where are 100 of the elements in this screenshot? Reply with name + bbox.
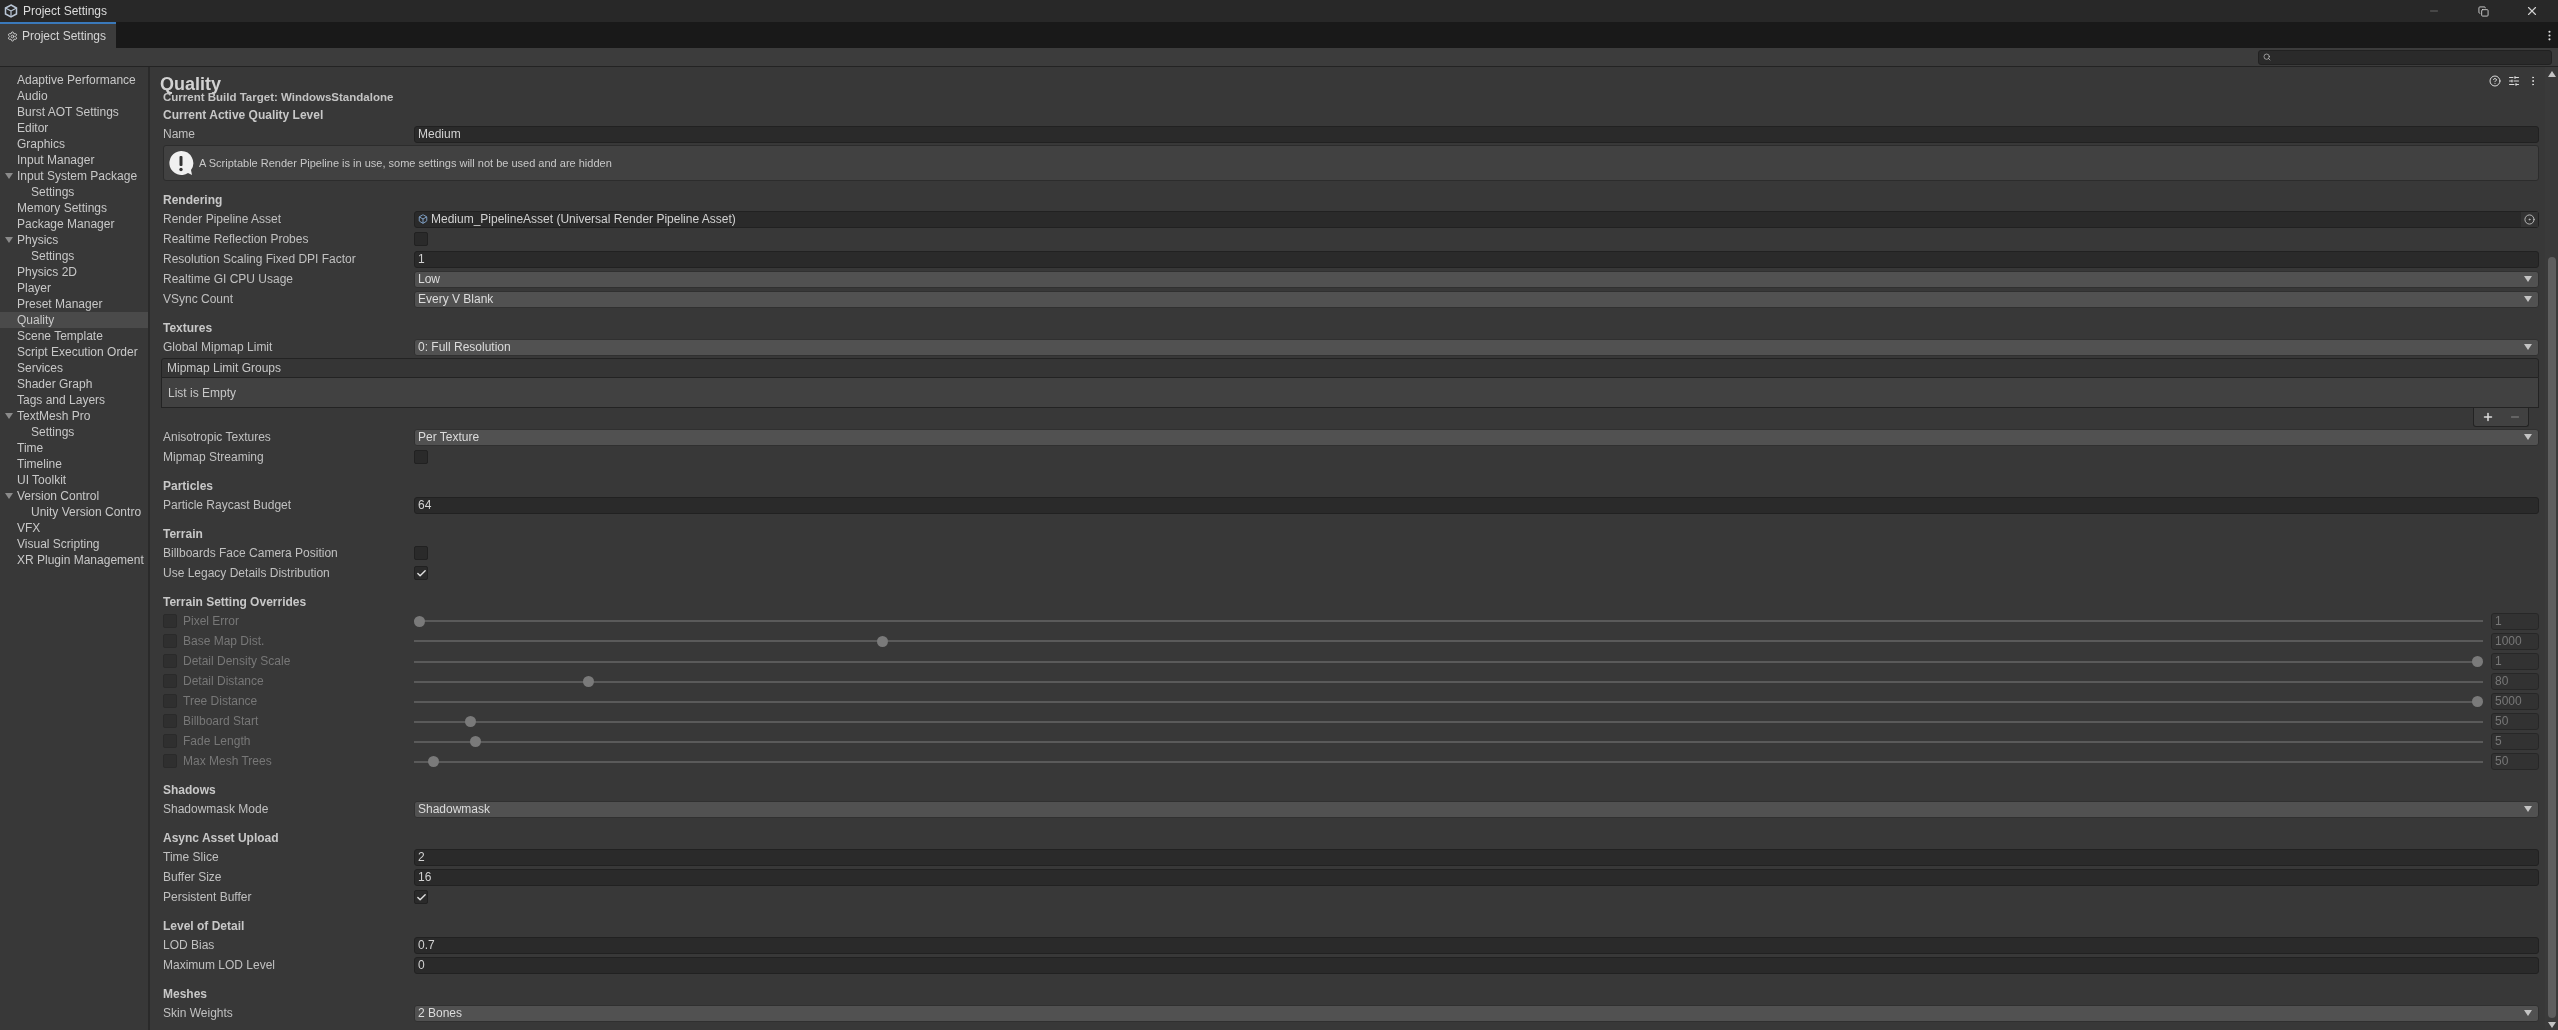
sidebar-item[interactable]: Preset Manager [0,296,148,312]
field-label: Buffer Size [163,870,223,884]
search-icon [2263,53,2271,61]
dropdown-arrow-icon [2524,344,2532,350]
field-label: Use Legacy Details Distribution [163,566,331,580]
sidebar-item[interactable]: Editor [0,120,148,136]
sidebar-item[interactable]: Tags and Layers [0,392,148,408]
field-label: Detail Density Scale [183,654,292,668]
expanded-arrow-icon[interactable] [4,491,14,501]
text-field[interactable]: Medium [414,125,2539,143]
field-label: Pixel Error [183,614,240,628]
sidebar-item[interactable]: Services [0,360,148,376]
sidebar-item[interactable]: Settings [0,248,148,264]
sidebar-item[interactable]: Adaptive Performance [0,72,148,88]
checkbox[interactable] [414,566,428,580]
sidebar-item[interactable]: Input Manager [0,152,148,168]
sidebar-item[interactable]: Quality [0,312,148,328]
section-heading: Textures [163,320,214,337]
sidebar-item[interactable]: TextMesh Pro [0,408,148,424]
tab[interactable]: Project Settings [0,22,117,48]
checkbox[interactable] [414,890,428,904]
expanded-arrow-icon[interactable] [4,411,14,421]
field-label: Skin Weights [163,1006,234,1020]
sidebar-item[interactable]: Memory Settings [0,200,148,216]
field-label: Max Mesh Trees [183,754,273,768]
add-button[interactable] [2481,411,2494,423]
text-field[interactable]: 2 [414,848,2539,866]
field-label: Base Map Dist. [183,634,266,648]
field-label: Global Mipmap Limit [163,340,274,354]
sidebar-item[interactable]: Time [0,440,148,456]
sidebar-item[interactable]: Graphics [0,136,148,152]
sidebar-item[interactable]: Burst AOT Settings [0,104,148,120]
text-field[interactable]: 0 [414,956,2539,974]
field-label: VSync Count [163,292,235,306]
dropdown[interactable]: Shadowmask [414,800,2539,818]
sidebar-item[interactable]: Input System Package [0,168,148,184]
window-title: Project Settings [23,4,108,18]
text-field[interactable]: 16 [414,868,2539,886]
section-heading: Particles [163,478,215,495]
text-field[interactable]: 1 [414,250,2539,268]
app-logo-icon [4,4,18,18]
text-field[interactable]: 64 [414,496,2539,514]
sidebar-item[interactable]: Settings [0,184,148,200]
settings-icon [7,30,18,42]
sidebar-item[interactable]: Physics 2D [0,264,148,280]
scroll-up-icon[interactable] [2547,71,2556,77]
expanded-arrow-icon[interactable] [4,235,14,245]
section-heading: Terrain [163,526,204,543]
sidebar-item[interactable]: Audio [0,88,148,104]
field-label: Maximum LOD Level [163,958,277,972]
restore-icon [2477,5,2489,17]
dropdown[interactable]: Low [414,270,2539,288]
section-heading: Shadows [163,782,217,799]
sidebar-item[interactable]: Settings [0,424,148,440]
section-heading: Current Active Quality Level [163,107,325,124]
plus-icon [2481,411,2494,423]
warning-icon [168,150,194,176]
field-label: LOD Bias [163,938,216,952]
dropdown[interactable]: 2 Bones [414,1004,2539,1022]
field-label: Billboard Start [183,714,260,728]
sidebar-item[interactable]: XR Plugin Management [0,552,148,568]
warning-text: A Scriptable Render Pipeline is in use, some settings will not be used and are hidden [199,157,612,169]
dropdown[interactable]: Every V Blank [414,290,2539,308]
help-icon[interactable] [2489,74,2501,87]
object-picker-icon[interactable] [2521,211,2538,227]
object-field[interactable]: Medium_PipelineAsset (Universal Render Pipeline Asset) [414,210,2539,228]
field-label: Persistent Buffer [163,890,253,904]
sidebar-item[interactable]: Version Control [0,488,148,504]
list-empty-text: List is Empty [161,378,2539,408]
dropdown[interactable]: 0: Full Resolution [414,338,2539,356]
sidebar-item[interactable]: VFX [0,520,148,536]
close-icon [2525,4,2539,18]
dropdown-arrow-icon [2524,296,2532,302]
sidebar-item[interactable]: Unity Version Contro [0,504,148,520]
dropdown-arrow-icon [2524,276,2532,282]
text-field[interactable]: 0.7 [414,936,2539,954]
sidebar-item[interactable]: Package Manager [0,216,148,232]
page-title: Quality [160,74,221,94]
sidebar-item[interactable]: Player [0,280,148,296]
dropdown-arrow-icon [2524,806,2532,812]
field-label: Resolution Scaling Fixed DPI Factor [163,252,357,266]
dropdown[interactable]: Per Texture [414,428,2539,446]
scroll-down-icon[interactable] [2547,1022,2556,1028]
sidebar-item[interactable]: Shader Graph [0,376,148,392]
section-heading: Async Asset Upload [163,830,280,847]
section-heading: Terrain Setting Overrides [163,594,308,611]
field-label: Particle Raycast Budget [163,498,293,512]
field-label: Tree Distance [183,694,259,708]
expanded-arrow-icon[interactable] [4,171,14,181]
sidebar-item[interactable]: Script Execution Order [0,344,148,360]
sidebar-item[interactable]: Timeline [0,456,148,472]
sidebar-item[interactable]: Scene Template [0,328,148,344]
field-label: Fade Length [183,734,252,748]
sidebar-item[interactable]: UI Toolkit [0,472,148,488]
field-label: Render Pipeline Asset [163,212,283,226]
dropdown-arrow-icon [2524,434,2532,440]
sidebar-item[interactable]: Physics [0,232,148,248]
search-field[interactable] [2258,49,2552,65]
scrollbar-thumb[interactable] [2547,257,2556,1018]
sidebar-item[interactable]: Visual Scripting [0,536,148,552]
